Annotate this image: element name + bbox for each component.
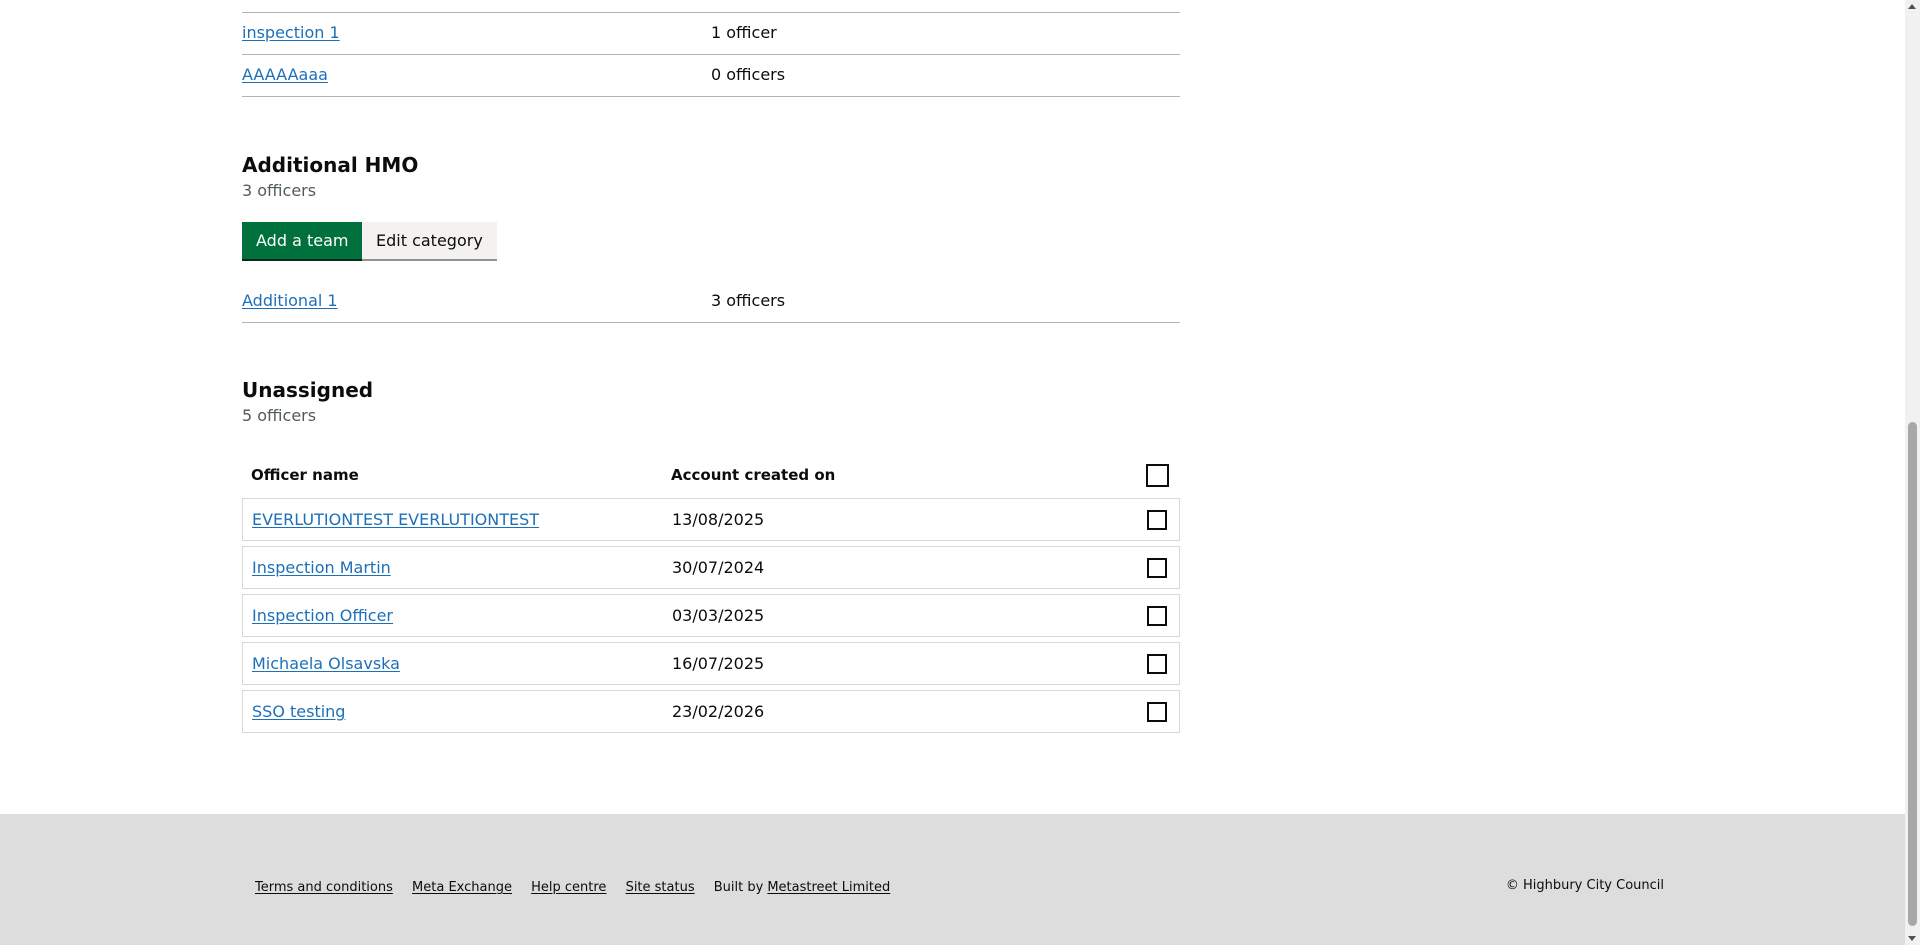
column-account-created: Account created on [671,466,836,484]
scroll-up-icon[interactable] [1908,4,1916,9]
built-by-prefix: Built by [713,880,764,895]
table-row: Inspection Officer 03/03/2025 [242,594,1180,637]
unassigned-title: Unassigned [242,378,374,402]
table-row: Inspection Martin 30/07/2024 [242,546,1180,589]
column-officer-name: Officer name [251,466,359,484]
footer-link-metastreet[interactable]: Metastreet Limited [767,880,890,895]
table-row: EVERLUTIONTEST EVERLUTIONTEST 13/08/2025 [242,498,1180,541]
officer-checkbox[interactable] [1147,606,1167,626]
table-row: SSO testing 23/02/2026 [242,690,1180,733]
account-created-date: 13/08/2025 [672,510,765,529]
select-all-checkbox[interactable] [1146,464,1169,487]
footer-links: Terms and conditions Meta Exchange Help … [255,880,890,895]
team-link[interactable]: inspection 1 [242,23,340,42]
scroll-down-icon[interactable] [1908,936,1916,941]
copyright-text: © Highbury City Council [1505,878,1664,893]
team-row: inspection 1 1 officer [242,13,1180,55]
scrollbar-thumb[interactable] [1908,422,1917,926]
officer-link[interactable]: Michaela Olsavska [252,654,400,673]
add-team-button[interactable]: Add a team [242,222,363,259]
team-link[interactable]: AAAAAaaa [242,65,328,84]
officer-link[interactable]: EVERLUTIONTEST EVERLUTIONTEST [252,510,539,529]
team-officer-count: 1 officer [711,23,777,42]
officer-link[interactable]: Inspection Officer [252,606,393,625]
officer-table: Officer name Account created on EVERLUTI… [242,454,1180,738]
table-row: Michaela Olsavska 16/07/2025 [242,642,1180,685]
vertical-scrollbar[interactable] [1905,0,1920,945]
team-row: AAAAAaaa 0 officers [242,55,1180,97]
account-created-date: 03/03/2025 [672,606,765,625]
footer-link-meta-exchange[interactable]: Meta Exchange [412,880,512,895]
category-officer-count: 3 officers [242,181,317,200]
unassigned-officer-count: 5 officers [242,406,317,425]
team-officer-count: 0 officers [711,65,786,84]
account-created-date: 16/07/2025 [672,654,765,673]
officer-checkbox[interactable] [1147,558,1167,578]
site-footer: Terms and conditions Meta Exchange Help … [0,814,1905,945]
officer-link[interactable]: SSO testing [252,702,345,721]
account-created-date: 23/02/2026 [672,702,765,721]
built-by-text: Built by Metastreet Limited [714,880,890,895]
officer-checkbox[interactable] [1147,654,1167,674]
team-link[interactable]: Additional 1 [242,291,338,310]
footer-link-terms[interactable]: Terms and conditions [255,880,393,895]
team-row-partial [242,0,1180,13]
footer-link-help-centre[interactable]: Help centre [531,880,606,895]
team-row: Additional 1 3 officers [242,281,1180,323]
officer-link[interactable]: Inspection Martin [252,558,391,577]
account-created-date: 30/07/2024 [672,558,765,577]
edit-category-button[interactable]: Edit category [362,222,497,259]
category-title: Additional HMO [242,153,419,177]
team-officer-count: 3 officers [711,291,786,310]
officer-checkbox[interactable] [1147,510,1167,530]
footer-link-site-status[interactable]: Site status [626,880,695,895]
officer-checkbox[interactable] [1147,702,1167,722]
table-header: Officer name Account created on [242,454,1180,494]
